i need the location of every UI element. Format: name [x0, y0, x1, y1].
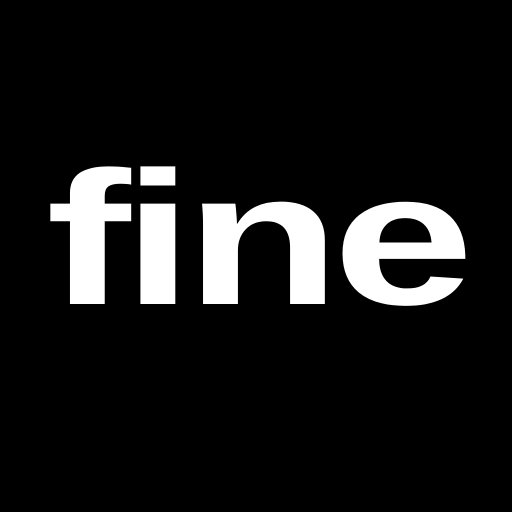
wordmark: fine: [46, 133, 466, 345]
app-icon: fine: [0, 0, 512, 512]
fine-logo: fine: [46, 133, 472, 345]
